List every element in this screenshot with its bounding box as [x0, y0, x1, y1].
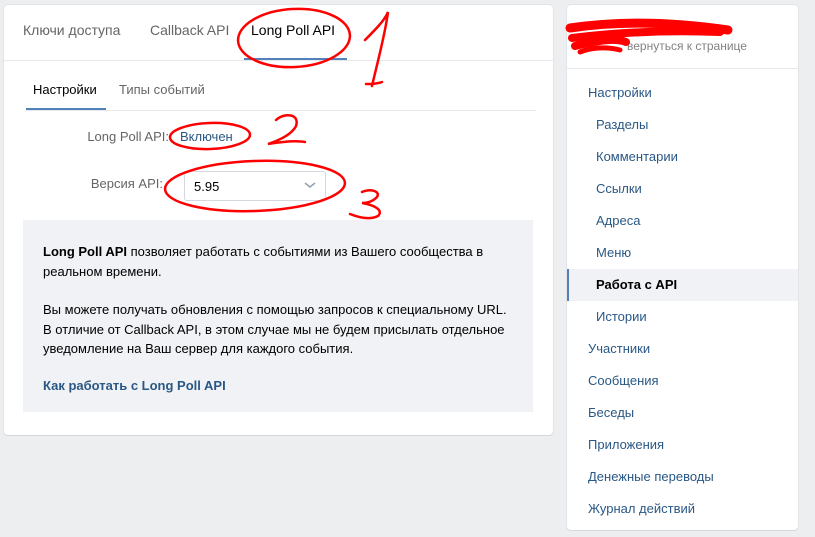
sidebar-item-links[interactable]: Ссылки: [567, 173, 798, 205]
sidebar-item-label: Ссылки: [596, 181, 642, 196]
api-version-value: 5.95: [194, 179, 220, 194]
sidebar-item-label: Работа с API: [596, 277, 678, 292]
sidebar-item-label: Приложения: [588, 437, 665, 452]
sidebar-item-stories[interactable]: Истории: [567, 301, 798, 333]
sidebar-item-addresses[interactable]: Адреса: [567, 205, 798, 237]
sidebar-item-label: Участники: [588, 341, 651, 356]
sidebar-item-comments[interactable]: Комментарии: [567, 141, 798, 173]
sidebar-item-label: Денежные переводы: [588, 469, 714, 484]
sidebar-item-settings[interactable]: Настройки: [567, 77, 798, 109]
tab-access-keys[interactable]: Ключи доступа: [23, 22, 120, 38]
sidebar-item-messages[interactable]: Сообщения: [567, 365, 798, 397]
info-box: Long Poll API позволяет работать с событ…: [23, 220, 533, 412]
sidebar-item-sections[interactable]: Разделы: [567, 109, 798, 141]
sidebar-item-label: Меню: [596, 245, 632, 260]
subtab-settings[interactable]: Настройки: [33, 82, 97, 97]
info-paragraph-1: Long Poll API позволяет работать с событ…: [43, 242, 513, 281]
api-version-select[interactable]: 5.95: [184, 171, 326, 201]
back-to-page-link[interactable]: вернуться к странице: [627, 39, 747, 53]
sidebar-item-label: Истории: [596, 309, 647, 324]
sidebar-item-label: Журнал действий: [588, 501, 696, 516]
sidebar-item-label: Беседы: [588, 405, 635, 420]
sidebar-header: вернуться к странице: [567, 5, 798, 69]
sidebar-item-label: Адреса: [596, 213, 641, 228]
sub-tabs: Настройки Типы событий: [26, 60, 536, 111]
sidebar-item-apps[interactable]: Приложения: [567, 429, 798, 461]
long-poll-status-toggle[interactable]: Включен: [180, 129, 233, 144]
sidebar-item-label: Настройки: [588, 85, 652, 100]
sidebar-item-label: Комментарии: [596, 149, 678, 164]
how-to-long-poll-link[interactable]: Как работать с Long Poll API: [43, 378, 226, 393]
chevron-down-icon: [304, 182, 316, 188]
tab-callback-api[interactable]: Callback API: [150, 22, 229, 38]
long-poll-status-label: Long Poll API:: [87, 129, 169, 144]
subtab-event-types[interactable]: Типы событий: [119, 82, 205, 97]
sidebar-item-label: Разделы: [596, 117, 649, 132]
sidebar-item-api[interactable]: Работа с API: [567, 269, 798, 301]
sidebar-item-members[interactable]: Участники: [567, 333, 798, 365]
api-version-label: Версия API:: [90, 176, 163, 191]
sidebar-item-label: Сообщения: [588, 373, 659, 388]
main-card: Ключи доступа Callback API Long Poll API…: [4, 5, 553, 435]
tab-long-poll-api[interactable]: Long Poll API: [251, 22, 335, 38]
active-subtab-indicator: [26, 108, 106, 110]
sidebar-item-chats[interactable]: Беседы: [567, 397, 798, 429]
sidebar-item-action-log[interactable]: Журнал действий: [567, 493, 798, 525]
settings-sidebar: вернуться к странице Настройки Разделы К…: [567, 5, 798, 530]
sidebar-item-money-transfers[interactable]: Денежные переводы: [567, 461, 798, 493]
sidebar-item-menu[interactable]: Меню: [567, 237, 798, 269]
info-bold-term: Long Poll API: [43, 244, 128, 259]
top-tabs: Ключи доступа Callback API Long Poll API: [4, 5, 553, 61]
info-paragraph-2: Вы можете получать обновления с помощью …: [43, 302, 507, 356]
